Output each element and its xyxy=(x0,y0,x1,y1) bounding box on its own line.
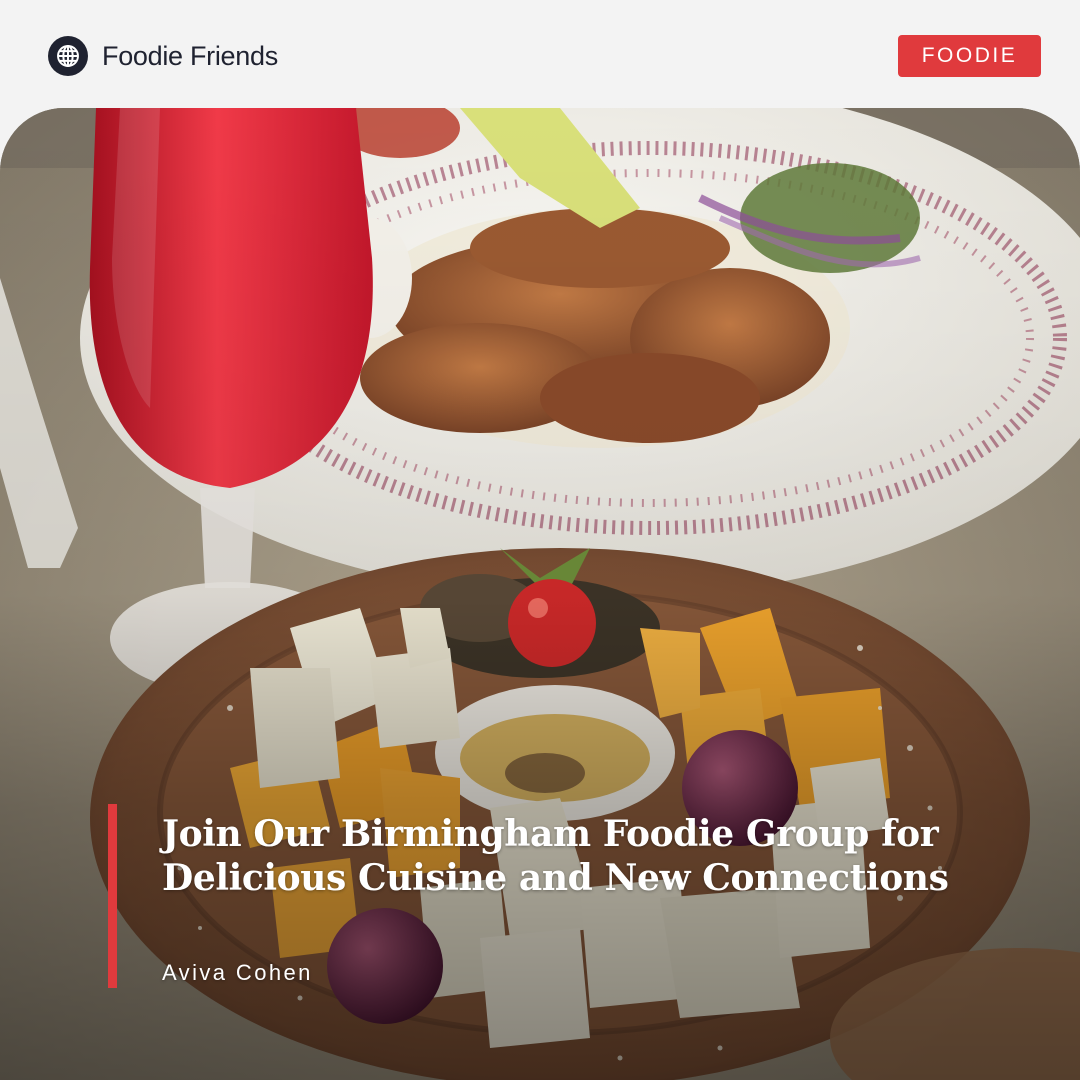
globe-icon xyxy=(48,36,88,76)
brand-name: Foodie Friends xyxy=(102,40,278,71)
post-title: Join Our Birmingham Foodie Group for Del… xyxy=(162,813,949,899)
image-overlay xyxy=(0,108,1080,1080)
top-header: Foodie Friends FOODIE xyxy=(0,0,1080,108)
accent-bar xyxy=(108,804,117,988)
category-tag[interactable]: FOODIE xyxy=(898,35,1041,77)
hero-image xyxy=(0,108,1080,1080)
author-name: Aviva Cohen xyxy=(162,960,313,985)
brand[interactable]: Foodie Friends xyxy=(48,36,278,76)
